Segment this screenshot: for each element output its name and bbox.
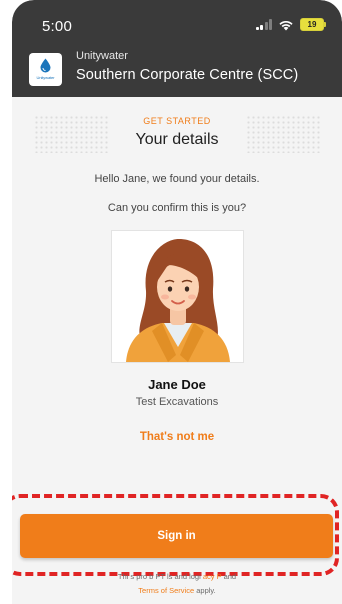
wifi-icon — [279, 20, 293, 30]
org-name: Unitywater — [76, 50, 128, 62]
footer-fragment: Thi — [117, 572, 129, 581]
sign-in-button[interactable]: Sign in — [20, 514, 333, 558]
brand-row: Unitywater Unitywater Southern Corporate… — [29, 50, 332, 90]
footer-fragment: PT — [155, 572, 165, 581]
details-content: GET STARTED Your details Hello Jane, we … — [12, 97, 342, 604]
person-company: Test Excavations — [135, 396, 219, 408]
signal-icon — [255, 19, 272, 30]
battery-icon: 19 — [300, 18, 326, 31]
avatar-illustration — [126, 239, 230, 362]
status-bar: 5:00 19 — [12, 0, 342, 40]
privacy-link[interactable]: acy P — [203, 572, 222, 581]
eyebrow-label: GET STARTED — [143, 116, 211, 126]
footer-terms-line: Terms of Service apply. — [12, 586, 342, 595]
status-icons: 19 — [255, 18, 326, 31]
unitywater-logo: Unitywater — [29, 53, 62, 86]
app-header: 5:00 19 Unitywater Unitywater Southern C… — [12, 0, 342, 97]
page-title: Your details — [135, 131, 219, 148]
greeting-text: Hello Jane, we found your details. — [94, 173, 260, 185]
footer-apply: apply. — [196, 586, 216, 595]
water-drop-icon — [40, 58, 51, 73]
logo-text: Unitywater — [36, 75, 55, 80]
not-me-link[interactable]: That's not me — [12, 431, 342, 443]
footer-fragment: and — [223, 572, 237, 581]
footer-disclaimer: Thi s pro b PT ls and logi acy P and — [12, 572, 342, 581]
status-time: 5:00 — [42, 18, 72, 35]
avatar — [111, 230, 244, 363]
site-name: Southern Corporate Centre (SCC) — [76, 67, 299, 83]
footer-fragment: logi — [189, 572, 201, 581]
phone-screen: 5:00 19 Unitywater Unitywater Southern C… — [12, 0, 342, 604]
terms-link[interactable]: Terms of Service — [138, 586, 194, 595]
confirm-question: Can you confirm this is you? — [107, 202, 247, 214]
footer-fragment: b — [149, 572, 154, 581]
footer-fragment: ls and — [166, 572, 187, 581]
footer-fragment: s pro — [130, 572, 148, 581]
person-name: Jane Doe — [148, 377, 206, 392]
